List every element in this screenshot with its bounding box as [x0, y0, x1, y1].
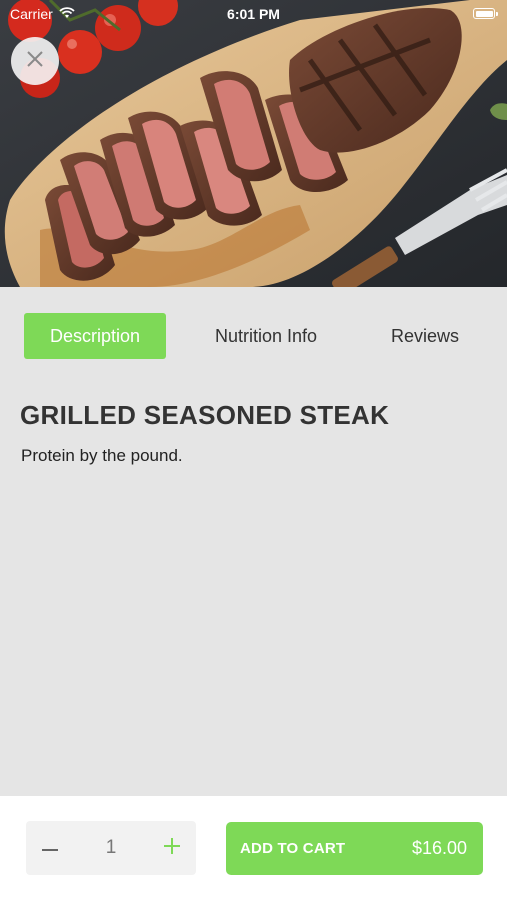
product-title: GRILLED SEASONED STEAK: [20, 400, 390, 430]
add-to-cart-label: ADD TO CART: [240, 840, 346, 857]
status-bar: Carrier 6:01 PM: [0, 0, 507, 28]
battery-icon: [473, 8, 498, 19]
quantity-value: 1: [105, 837, 117, 858]
tab-bar: Description Nutrition Info Reviews: [0, 313, 507, 359]
product-detail-screen: Carrier 6:01 PM Description Nutrition In…: [0, 0, 507, 900]
product-image: [0, 0, 507, 287]
quantity-stepper: 1: [26, 821, 196, 875]
increase-quantity-button[interactable]: [158, 821, 186, 875]
bottom-bar: 1 ADD TO CART $16.00: [0, 796, 507, 900]
status-time: 6:01 PM: [227, 6, 280, 22]
tab-reviews[interactable]: Reviews: [370, 313, 480, 359]
tab-nutrition-info[interactable]: Nutrition Info: [196, 313, 336, 359]
close-button[interactable]: [11, 37, 59, 85]
product-description: Protein by the pound.: [21, 446, 183, 465]
close-icon: [26, 50, 44, 73]
plus-icon: [164, 837, 180, 859]
cart-price: $16.00: [411, 838, 467, 858]
minus-icon: [42, 839, 58, 857]
tab-description[interactable]: Description: [24, 313, 166, 359]
decrease-quantity-button[interactable]: [36, 821, 64, 875]
add-to-cart-button[interactable]: ADD TO CART $16.00: [226, 822, 483, 875]
